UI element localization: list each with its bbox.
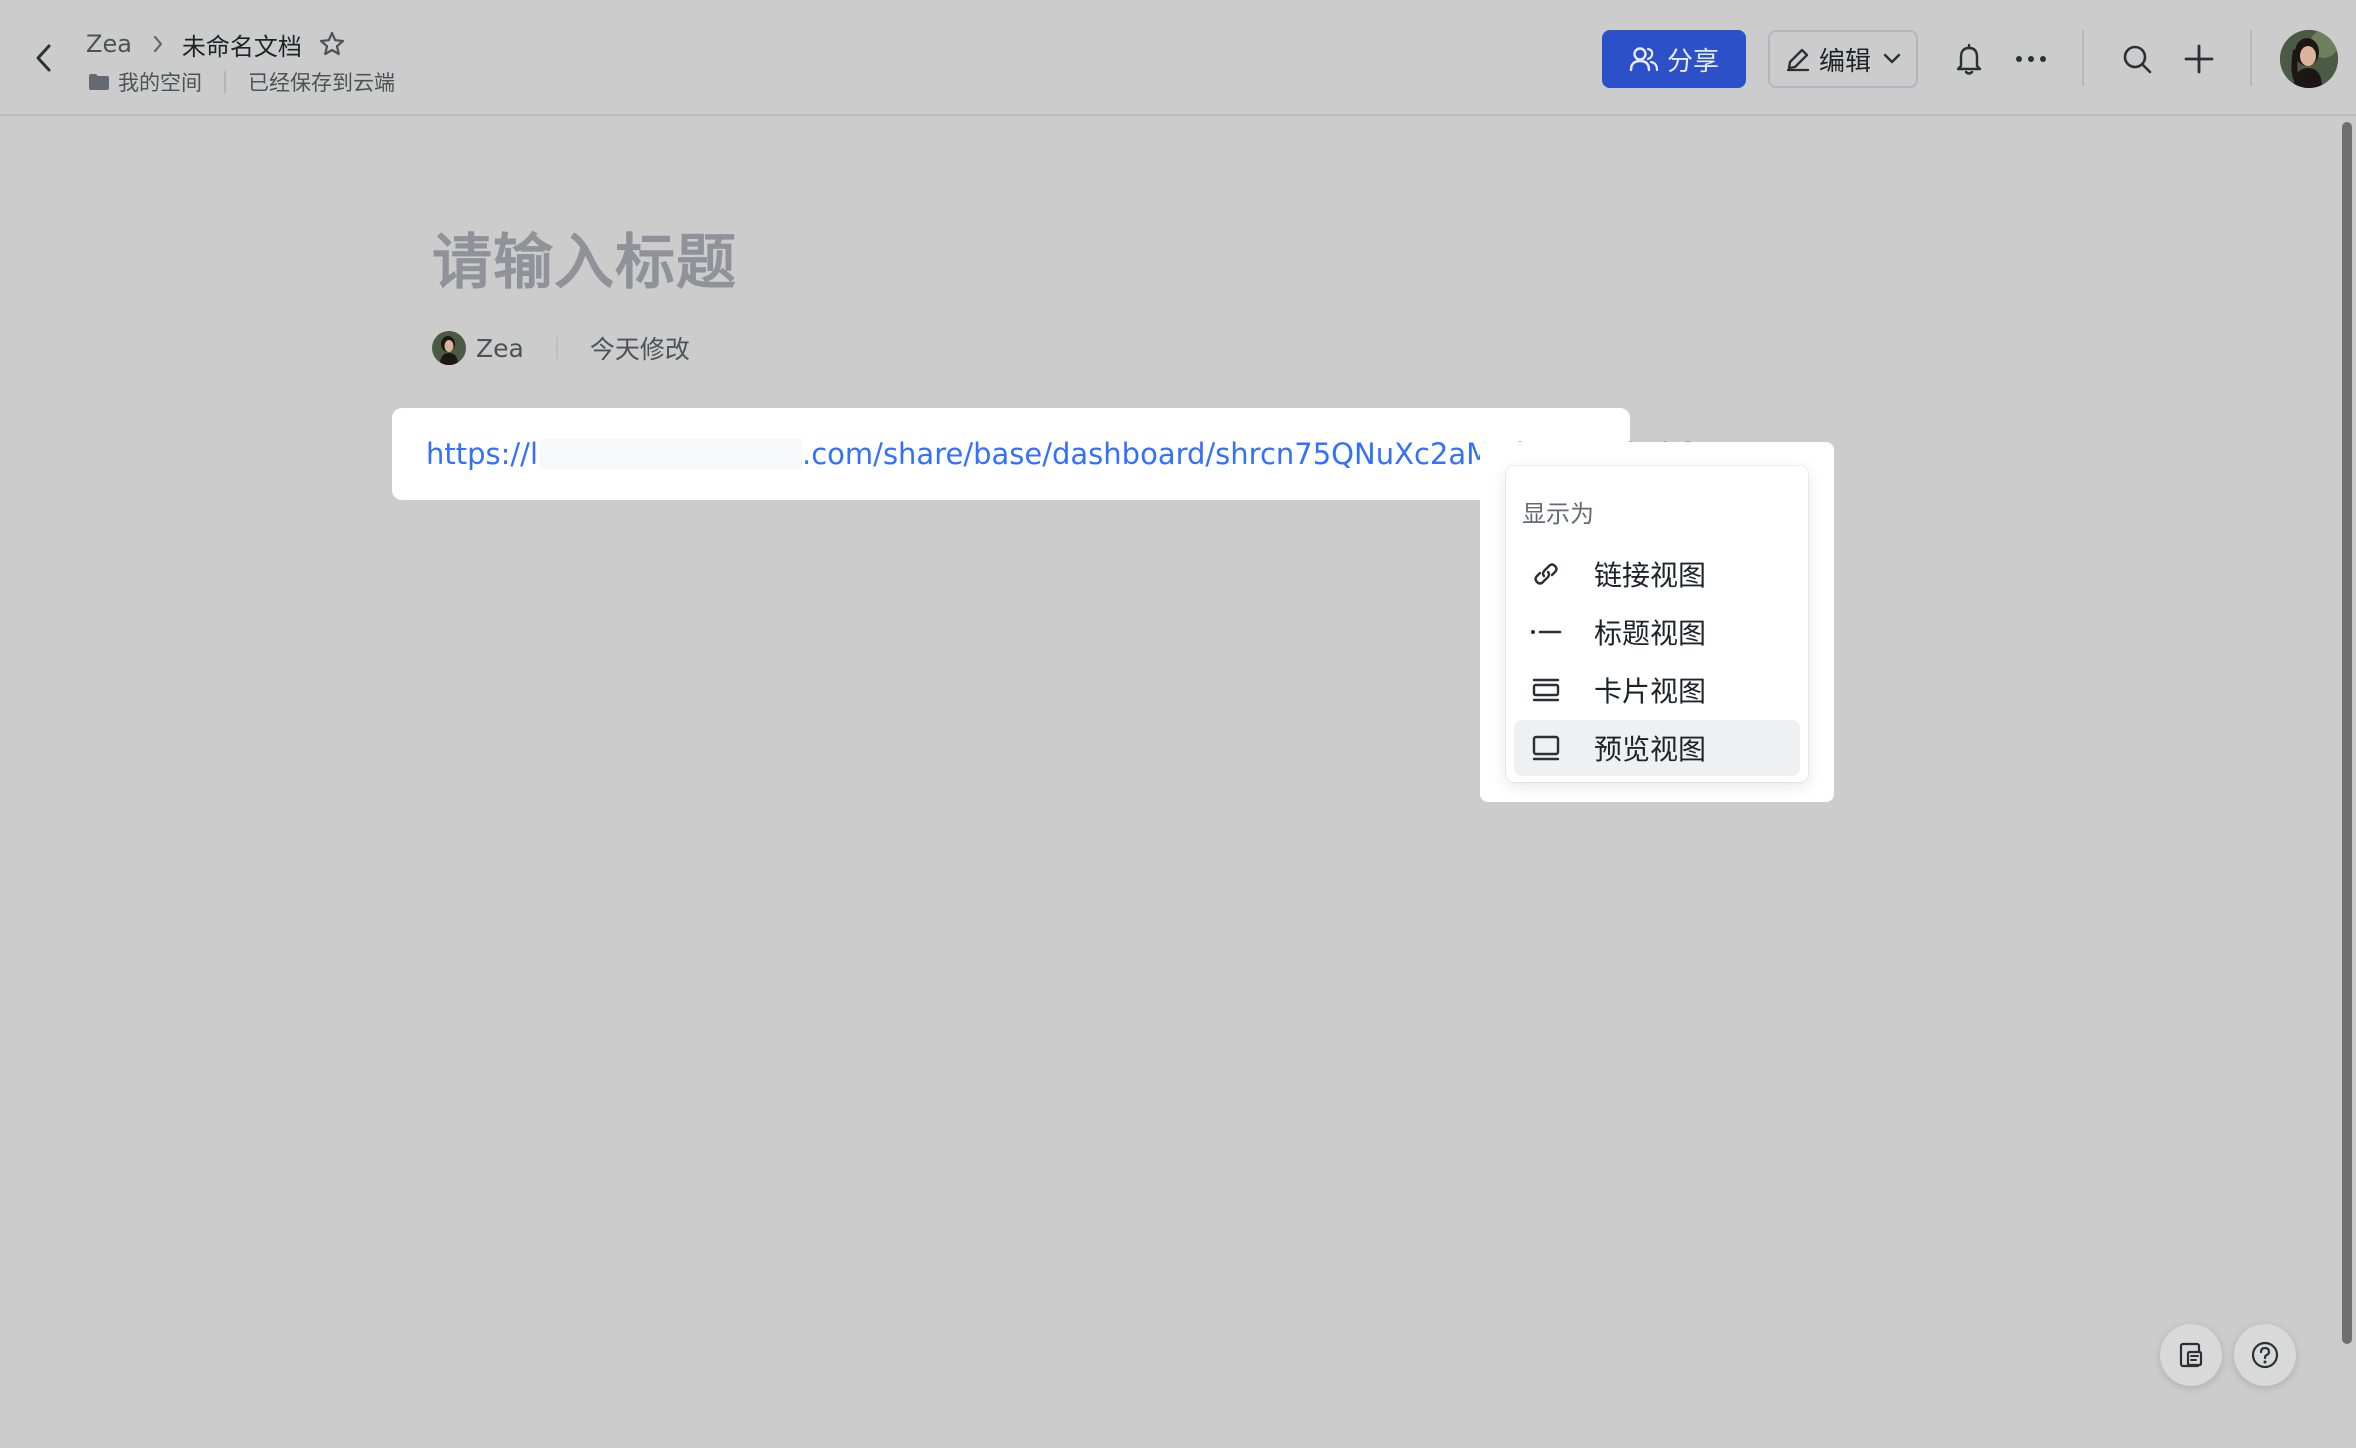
- add-icon[interactable]: [2178, 38, 2220, 80]
- menu-item-card-view[interactable]: 卡片视图: [1514, 662, 1800, 718]
- card-view-icon: [1524, 668, 1568, 712]
- doc-info-icon: [2177, 1341, 2205, 1369]
- bell-icon[interactable]: [1948, 38, 1990, 80]
- more-icon[interactable]: [2010, 38, 2052, 80]
- title-view-icon: [1524, 610, 1568, 654]
- folder-icon: [88, 73, 110, 91]
- redacted-segment: [540, 439, 803, 469]
- menu-item-link-view[interactable]: 链接视图: [1514, 546, 1800, 602]
- breadcrumb: Zea 未命名文档: [86, 26, 346, 62]
- author-avatar[interactable]: [432, 331, 466, 365]
- breadcrumb-workspace[interactable]: Zea: [86, 30, 132, 58]
- share-button[interactable]: 分享: [1602, 30, 1746, 88]
- doc-title-input[interactable]: 请输入标题: [432, 214, 737, 301]
- menu-item-label: 标题视图: [1594, 617, 1707, 650]
- menu-item-label: 预览视图: [1594, 733, 1707, 766]
- scrollbar[interactable]: [2342, 122, 2352, 1344]
- edit-dropdown[interactable]: 编辑: [1768, 30, 1918, 88]
- location-bar: 我的空间 已经保存到云端: [88, 66, 395, 98]
- chevron-down-icon: [1883, 53, 1901, 65]
- help-button[interactable]: [2234, 1324, 2296, 1386]
- chevron-right-icon: [152, 34, 164, 54]
- star-icon[interactable]: [318, 30, 346, 58]
- menu-header: 显示为: [1522, 500, 1594, 528]
- location-label[interactable]: 我的空间: [118, 67, 202, 97]
- author-name[interactable]: Zea: [476, 334, 524, 363]
- share-label: 分享: [1666, 46, 1719, 77]
- search-icon[interactable]: [2116, 38, 2158, 80]
- display-as-menu: 显示为 链接视图 标题视图 卡片视图 预览视图: [1506, 466, 1808, 782]
- divider: [555, 337, 558, 359]
- modified-time: 今天修改: [589, 335, 690, 364]
- menu-item-label: 链接视图: [1594, 559, 1707, 592]
- avatar[interactable]: [2280, 30, 2338, 88]
- menu-item-title-view[interactable]: 标题视图: [1514, 604, 1800, 660]
- doc-outline-button[interactable]: [2160, 1324, 2222, 1386]
- preview-view-icon: [1524, 726, 1568, 770]
- users-icon: [1629, 45, 1659, 73]
- doc-meta: Zea 今天修改: [432, 330, 690, 366]
- link-block[interactable]: https://l .com/share/base/dashboard/shrc…: [392, 408, 1690, 500]
- page-title[interactable]: 未命名文档: [182, 27, 302, 62]
- divider: [224, 71, 226, 93]
- edit-label: 编辑: [1818, 46, 1871, 77]
- menu-item-preview-view[interactable]: 预览视图: [1514, 720, 1800, 776]
- link-icon: [1524, 552, 1568, 596]
- pencil-icon: [1785, 46, 1811, 72]
- divider: [2250, 30, 2252, 86]
- link-url-prefix[interactable]: https://l: [426, 437, 538, 471]
- divider: [2082, 30, 2084, 86]
- help-icon: [2250, 1340, 2280, 1370]
- back-icon[interactable]: [24, 38, 64, 78]
- menu-item-label: 卡片视图: [1594, 675, 1707, 708]
- top-bar: Zea 未命名文档 我的空间 已经保存到云端 分享 编辑: [0, 0, 2356, 116]
- save-status: 已经保存到云端: [248, 71, 395, 95]
